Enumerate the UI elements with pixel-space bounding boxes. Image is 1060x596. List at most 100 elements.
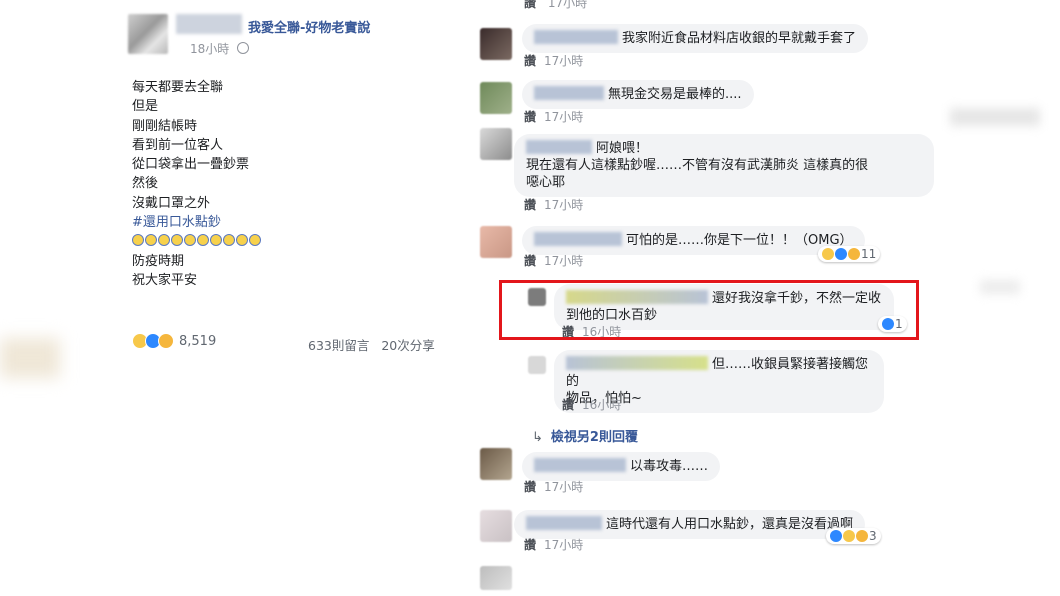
wow-reaction-icon xyxy=(843,530,855,542)
like-link[interactable]: 讚 xyxy=(524,0,536,10)
comment-meta: 讚 17小時 xyxy=(524,52,583,69)
comment-bubble: 無現金交易是最棒的.... xyxy=(522,80,754,109)
comment-reaction-count: 11 xyxy=(861,247,877,261)
comment-time[interactable]: 17小時 xyxy=(544,54,583,68)
poster-name-blurred xyxy=(176,14,242,34)
scream-emoji-icon xyxy=(145,234,157,247)
comment-time[interactable]: 17小時 xyxy=(544,254,583,268)
like-link[interactable]: 讚 xyxy=(524,54,536,68)
commenter-avatar[interactable] xyxy=(480,226,512,258)
comment-time[interactable]: 17小時 xyxy=(544,480,583,494)
comment-text: 這時代還有人用口水點鈔，還真是沒看過啊 xyxy=(606,517,854,532)
post-timestamp[interactable]: 18小時 xyxy=(190,40,250,57)
post-time-text[interactable]: 18小時 xyxy=(190,42,229,56)
scream-emoji-icon xyxy=(184,234,196,247)
commenter-name-blurred[interactable] xyxy=(534,232,622,246)
scream-emoji-icon xyxy=(210,234,222,247)
haha-reaction-icon xyxy=(856,530,868,542)
reaction-summary[interactable]: 8,519 xyxy=(132,333,216,349)
comment-time[interactable]: 17小時 xyxy=(548,0,587,10)
comment-bubble: 可怕的是……你是下一位！！（OMG） xyxy=(522,226,865,255)
commenter-avatar[interactable] xyxy=(480,128,512,160)
post-body: 每天都要去全聯 但是 剛剛結帳時 看到前一位客人 從口袋拿出一疊鈔票 然後 沒戴… xyxy=(132,78,262,290)
post-line: 但是 xyxy=(132,99,159,115)
scream-emoji-icon xyxy=(171,234,183,247)
commenter-avatar[interactable] xyxy=(480,82,512,114)
like-link[interactable]: 讚 xyxy=(524,480,536,494)
like-link[interactable]: 讚 xyxy=(524,110,536,124)
comment-reactions[interactable]: 11 xyxy=(818,246,881,262)
post-line: 剛剛結帳時 xyxy=(132,118,198,134)
blurred-background-text xyxy=(0,338,60,378)
comment-reaction-count: 3 xyxy=(869,529,877,543)
commenter-name-blurred[interactable] xyxy=(534,30,618,44)
post-stats: 633則留言 20次分享 xyxy=(308,335,443,354)
scream-emoji-icon xyxy=(236,234,248,247)
comment-bubble: 阿娘喂！ 現在還有人這樣點鈔喔……不管有沒有武漢肺炎 這樣真的很 噁心耶 xyxy=(514,134,934,197)
comment-text: 可怕的是……你是下一位！！（OMG） xyxy=(626,233,853,248)
scream-emoji-icon xyxy=(249,234,261,247)
page-avatar[interactable] xyxy=(128,14,168,54)
like-link[interactable]: 讚 xyxy=(524,254,536,268)
comment-bubble: 我家附近食品材料店收銀的早就戴手套了 xyxy=(522,24,869,53)
comment-text: 阿娘喂！ xyxy=(596,141,649,156)
commenter-name-blurred[interactable] xyxy=(526,140,592,154)
like-reaction-icon xyxy=(830,530,842,542)
comment-bubble: 這時代還有人用口水點鈔，還真是沒看過啊 xyxy=(514,510,866,539)
shares-count-link[interactable]: 20次分享 xyxy=(381,338,434,353)
like-link[interactable]: 讚 xyxy=(524,198,536,212)
reaction-count: 8,519 xyxy=(179,333,217,349)
comment-text: 無現金交易是最棒的.... xyxy=(608,87,742,102)
comment-bubble: 以毒攻毒…… xyxy=(522,452,721,481)
comment-text: 噁心耶 xyxy=(526,175,566,190)
comment-text: 以毒攻毒…… xyxy=(630,459,709,474)
comment-text: 現在還有人這樣點鈔喔……不管有沒有武漢肺炎 這樣真的很 xyxy=(526,158,869,173)
comment-text: 我家附近食品材料店收銀的早就戴手套了 xyxy=(622,31,857,46)
comment-meta: 讚 17小時 xyxy=(524,478,583,495)
post-line: 從口袋拿出一疊鈔票 xyxy=(132,157,250,173)
blurred-background-text xyxy=(980,280,1020,294)
commenter-avatar[interactable] xyxy=(480,510,512,542)
reply-time[interactable]: 16小時 xyxy=(582,398,621,412)
like-link[interactable]: 讚 xyxy=(562,398,574,412)
commenter-name-blurred[interactable] xyxy=(526,516,602,530)
commenter-name-blurred[interactable] xyxy=(534,458,626,472)
comment-reactions[interactable]: 3 xyxy=(826,528,881,544)
comment-meta: 讚 17小時 xyxy=(524,196,583,213)
replier-name-blurred[interactable] xyxy=(566,356,708,370)
comment-meta: 讚 17小時 xyxy=(524,108,583,125)
post-line: 每天都要去全聯 xyxy=(132,80,224,95)
commenter-avatar[interactable] xyxy=(480,566,512,590)
comment-time[interactable]: 17小時 xyxy=(544,538,583,552)
haha-reaction-icon xyxy=(158,333,174,349)
scream-emoji-row xyxy=(132,232,262,251)
scream-emoji-icon xyxy=(132,234,144,247)
comment-time[interactable]: 17小時 xyxy=(544,198,583,212)
like-link[interactable]: 讚 xyxy=(524,538,536,552)
post-line: 然後 xyxy=(132,176,159,192)
post-line: 祝大家平安 xyxy=(132,272,198,288)
haha-reaction-icon xyxy=(848,248,860,260)
comment-time[interactable]: 17小時 xyxy=(544,110,583,124)
view-more-text[interactable]: 檢視另2則回覆 xyxy=(551,430,638,445)
blurred-background-text xyxy=(950,108,1040,126)
commenter-avatar[interactable] xyxy=(480,448,512,480)
post-line: 沒戴口罩之外 xyxy=(132,195,211,211)
comment-meta: 讚 17小時 xyxy=(524,0,587,11)
wow-reaction-icon xyxy=(822,248,834,260)
globe-icon xyxy=(237,42,250,54)
commenter-avatar[interactable] xyxy=(480,28,512,60)
hashtag-link[interactable]: #還用口水點鈔 xyxy=(132,213,262,232)
comment-meta: 讚 17小時 xyxy=(524,252,583,269)
comments-count-link[interactable]: 633則留言 xyxy=(308,338,369,353)
like-reaction-icon xyxy=(835,248,847,260)
comment-meta: 讚 17小時 xyxy=(524,536,583,553)
page-name-link[interactable]: 我愛全聯-好物老實說 xyxy=(248,17,370,36)
reply-meta: 讚 16小時 xyxy=(562,396,621,413)
post-card: 我愛全聯-好物老實說 18小時 每天都要去全聯 但是 剛剛結帳時 看到前一位客人… xyxy=(118,0,458,596)
view-more-replies-link[interactable]: ↳ 檢視另2則回覆 xyxy=(532,426,638,445)
post-line: 防疫時期 xyxy=(132,253,185,269)
replier-avatar[interactable] xyxy=(528,356,546,374)
commenter-name-blurred[interactable] xyxy=(534,86,604,100)
highlight-box xyxy=(499,280,919,340)
